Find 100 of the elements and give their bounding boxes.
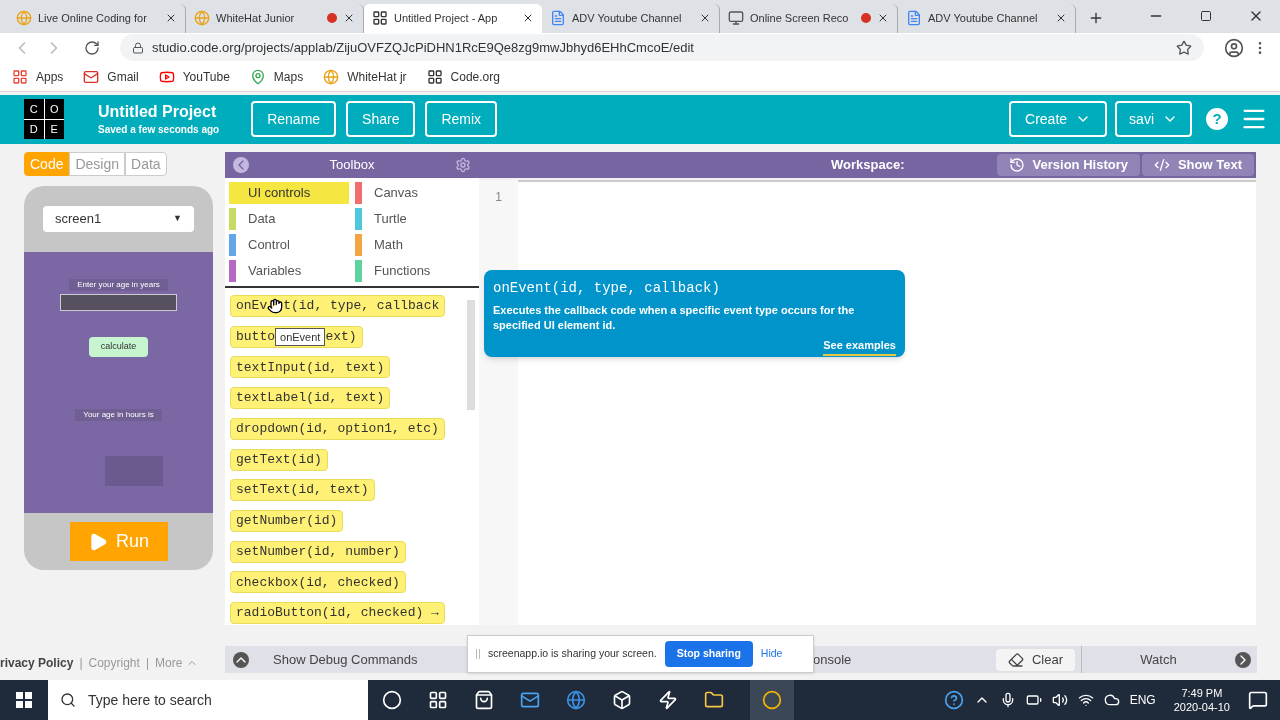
map-pin-icon — [249, 68, 266, 85]
maximize-icon[interactable] — [1200, 9, 1212, 22]
task-view-icon[interactable] — [428, 690, 448, 710]
browser-icon[interactable] — [566, 690, 586, 710]
calculate-button[interactable]: calculate — [88, 337, 149, 358]
code-block[interactable]: butto onEvent ext) — [230, 325, 363, 348]
category-item[interactable]: Functions — [355, 260, 475, 283]
category-item[interactable]: Variables — [229, 260, 349, 283]
bookmark[interactable]: YouTube — [158, 67, 230, 86]
profile-icon[interactable] — [1224, 37, 1244, 58]
watch-label: Watch — [1139, 650, 1178, 669]
block-text: getText(id) — [236, 450, 322, 469]
collapse-icon[interactable] — [233, 157, 249, 174]
document-icon — [906, 10, 922, 27]
category-item[interactable]: Data — [229, 208, 349, 231]
browser-tab[interactable]: Untitled Project - App — [364, 3, 542, 33]
bookmark[interactable]: Code.org — [426, 67, 500, 86]
category-item[interactable]: Math — [355, 234, 475, 257]
cortana-icon[interactable] — [382, 690, 402, 710]
folder-icon[interactable] — [704, 690, 724, 710]
eraser-icon — [1007, 651, 1024, 668]
code-block[interactable]: getNumber(id) — [230, 509, 344, 532]
battery-icon[interactable] — [1025, 692, 1042, 708]
prompt-label: Enter your age in years — [69, 279, 168, 292]
age-input[interactable] — [60, 294, 177, 312]
category-item[interactable]: Canvas — [355, 182, 475, 205]
bookmark[interactable]: Maps — [249, 67, 304, 86]
address-field[interactable]: studio.code.org/projects/applab/ZijuOVFZQJcPiDHN1RcE9Qe8zg9mwJbhyd6EHhCmcoE/edit — [120, 34, 1204, 62]
code-block[interactable]: checkbox(id, checked) — [230, 571, 406, 594]
clock[interactable]: 7:49 PM 2020-04-10 — [1165, 686, 1238, 714]
project-title: Untitled Project — [98, 101, 218, 122]
tab-title: ADV Youtube Channel — [572, 10, 682, 26]
store-icon[interactable] — [474, 690, 494, 710]
browser-tab[interactable]: ADV Youtube Channel — [542, 3, 720, 33]
screen-dropdown[interactable]: screen1 ▼ — [43, 206, 194, 233]
block-text: radioButton(id, checked) → — [236, 604, 439, 623]
cloud-icon[interactable] — [1103, 692, 1120, 708]
bookmark[interactable]: Gmail — [83, 67, 139, 86]
share-notice-text: screenapp.io is sharing your screen. — [488, 646, 657, 662]
code-block[interactable]: onEv t(id, type, callback — [230, 295, 446, 318]
code-block[interactable]: textLabel(id, text) — [230, 387, 391, 410]
url-text: studio.code.org/projects/applab/ZijuOVFZQJcPiDHN1RcE9Qe8zg9mwJbhyd6EHhCmcoE/edit — [152, 39, 694, 58]
reload-icon[interactable] — [84, 39, 100, 56]
browser-tab[interactable]: Online Screen Reco — [720, 3, 898, 33]
document-icon — [550, 10, 566, 27]
hide-button[interactable]: Hide — [760, 646, 783, 662]
browser-tab[interactable]: ADV Youtube Channel — [898, 3, 1076, 33]
globe-icon — [323, 68, 340, 85]
block-text: dropdown(id, option1, etc) — [236, 420, 439, 439]
toolbox-header: Toolbox — [225, 152, 479, 179]
help-icon[interactable] — [943, 690, 964, 710]
footer-link[interactable]: rivacy Policy — [0, 654, 74, 672]
category-item[interactable]: Turtle — [355, 208, 475, 231]
apps-grid-icon — [12, 68, 28, 85]
stop-sharing-button[interactable]: Stop sharing — [664, 641, 753, 667]
bookmark[interactable]: Apps — [12, 67, 64, 86]
play-icon — [88, 531, 108, 552]
settings-icon[interactable] — [455, 157, 471, 174]
category-item[interactable]: Control — [229, 234, 349, 257]
code-block[interactable]: radioButton(id, checked) → — [230, 601, 445, 624]
result-label: Your age in hours is — [75, 409, 162, 422]
windows-logo-icon — [16, 692, 32, 708]
search-icon — [60, 692, 76, 708]
code-block[interactable]: setText(id, text) — [230, 479, 375, 502]
tooltip: onEvent — [275, 327, 326, 346]
line-number: 1 — [495, 189, 502, 207]
code-block[interactable]: textInput(id, text) — [230, 356, 391, 379]
browser-tab[interactable]: Live Online Coding for — [8, 3, 186, 33]
tab-title: Untitled Project - App — [394, 10, 498, 26]
chrome-taskbar-icon[interactable] — [750, 680, 794, 720]
notifications-icon[interactable] — [1248, 690, 1268, 710]
expand-icon[interactable] — [1235, 651, 1251, 668]
block-text: butto — [236, 328, 275, 347]
grip-icon — [476, 649, 480, 659]
code-block[interactable]: getText(id) — [230, 448, 328, 471]
caret: ▼ — [173, 212, 182, 226]
tab-title: Online Screen Reco — [750, 10, 849, 26]
scrollbar[interactable] — [467, 300, 475, 411]
code-logo[interactable]: C O D E — [24, 99, 64, 140]
show-debug-commands-toggle[interactable]: Show Debug Commands — [225, 649, 465, 670]
footer-separator: | — [79, 655, 83, 672]
mail-icon[interactable] — [520, 690, 540, 710]
clock-icon — [1008, 157, 1025, 174]
workspace-header: Workspace: Version History Show Text — [479, 152, 1256, 179]
wifi-icon[interactable] — [1077, 692, 1094, 708]
lock-icon — [132, 41, 144, 54]
code-block[interactable]: setNumber(id, number) — [230, 540, 406, 563]
clear-button[interactable]: Clear — [995, 648, 1075, 671]
code-block[interactable]: dropdown(id, option1, etc) — [230, 417, 445, 440]
bookmark-star-icon[interactable] — [1176, 39, 1192, 56]
lightning-icon[interactable] — [658, 690, 678, 710]
volume-icon[interactable] — [1051, 692, 1068, 708]
chevron-up-icon — [233, 651, 249, 668]
taskbar-search-field[interactable]: Type here to search — [48, 680, 368, 720]
language-indicator[interactable]: ENG — [1129, 691, 1156, 709]
box-icon[interactable] — [612, 690, 632, 710]
save-status: Saved a few seconds ago — [98, 122, 220, 137]
bookmark[interactable]: WhiteHat jr — [323, 67, 407, 86]
block-text: checkbox(id, checked) — [236, 573, 400, 592]
block-text: ext) — [325, 328, 357, 347]
